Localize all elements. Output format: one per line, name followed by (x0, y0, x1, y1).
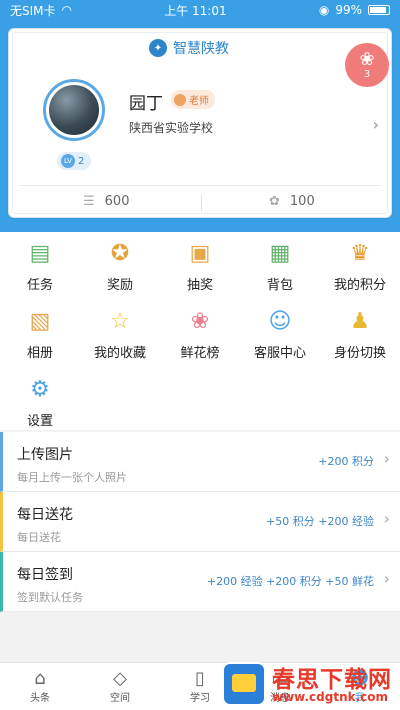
flower-icon: ❀ (190, 309, 210, 334)
menu-item-switch-identity[interactable]: ♟ 身份切换 (320, 308, 400, 361)
gift-icon: ▣ (189, 241, 211, 266)
teacher-icon (174, 93, 186, 106)
brand-logo-icon: ✦ (149, 39, 167, 57)
tab-me[interactable]: ☻ 我 (320, 663, 400, 710)
user-switch-icon: ♟ (350, 309, 370, 334)
book-icon: ▯ (195, 668, 205, 689)
flower-stat[interactable]: ✿ 100 (269, 194, 315, 209)
task-daily-flower[interactable]: 每日送花 每日送花 +50 积分 +200 经验 › (0, 492, 400, 552)
level-value: 2 (78, 155, 85, 167)
chevron-right-icon: › (383, 569, 390, 588)
brand-title: 智慧陕教 (173, 41, 229, 57)
user-name: 园丁 (129, 94, 163, 114)
home-icon: ⌂ (34, 668, 46, 689)
school-name: 陕西省实验学校 (129, 121, 214, 135)
card-divider (19, 185, 381, 186)
coin-stat[interactable]: ☰ 600 (83, 194, 129, 209)
carrier-label: 无SIM卡 (10, 3, 56, 18)
tab-headlines[interactable]: ⌂ 头条 (0, 663, 80, 710)
menu-item-reward[interactable]: ✪ 奖励 (80, 240, 160, 293)
tab-study[interactable]: ▯ 学习 (160, 663, 240, 710)
user-icon: ☻ (350, 668, 370, 689)
task-reward: +50 积分 +200 经验 (266, 515, 374, 528)
task-title: 上传图片 (17, 447, 73, 463)
menu-item-label: 背包 (266, 278, 293, 293)
clock: 上午 11:01 (164, 3, 227, 18)
menu-item-points[interactable]: ♛ 我的积分 (320, 240, 400, 293)
avatar (49, 85, 99, 135)
menu-item-label: 设置 (26, 414, 53, 429)
tab-label: 空间 (110, 693, 130, 704)
album-icon: ▧ (29, 309, 51, 334)
flower-count: 3 (363, 68, 371, 80)
menu-item-label: 抽奖 (186, 278, 213, 293)
battery-percent: 99% (335, 3, 362, 17)
tab-bar: ⌂ 头条 ◇ 空间 ▯ 学习 ▭ 消息 ☻ 我 (0, 662, 400, 710)
chevron-right-icon[interactable]: › (373, 115, 379, 134)
wifi-icon: ◠ (61, 3, 72, 17)
menu-item-label: 我的积分 (333, 278, 386, 293)
stat-separator (201, 195, 202, 211)
menu-item-label: 相册 (26, 346, 53, 361)
rose-icon: ❀ (359, 48, 375, 70)
medal-icon: ✪ (110, 241, 130, 266)
gear-icon: ⚙ (30, 377, 50, 402)
avatar-ring[interactable] (43, 79, 105, 141)
profile-card[interactable]: ✦ 智慧陕教 ❀ 3 LV 2 园丁 老师 陕西省实验学校 › ☰ 600 ✿ … (8, 28, 392, 218)
level-badge: LV 2 (57, 152, 92, 170)
menu-item-task[interactable]: ▤ 任务 (0, 240, 80, 293)
task-daily-checkin[interactable]: 每日签到 签到默认任务 +200 经验 +200 积分 +50 鲜花 › (0, 552, 400, 612)
coin-stack-icon: ☰ (83, 194, 95, 209)
menu-item-label: 鲜花榜 (180, 346, 220, 361)
menu-item-label: 身份切换 (333, 346, 386, 361)
brand: ✦ 智慧陕教 (149, 38, 229, 58)
location-icon: ◉ (318, 3, 330, 17)
menu-item-service[interactable]: ☺ 客服中心 (240, 308, 320, 361)
menu-item-flower-rank[interactable]: ❀ 鲜花榜 (160, 308, 240, 361)
tab-label: 我 (355, 693, 365, 704)
role-badge: 老师 (171, 90, 215, 109)
function-menu: ▤ 任务 ✪ 奖励 ▣ 抽奖 ▦ 背包 ♛ 我的积分 ▧ 相册 ☆ 我的收藏 ❀… (0, 232, 400, 430)
menu-item-label: 任务 (26, 278, 53, 293)
headset-icon: ☺ (268, 309, 292, 334)
menu-item-label: 我的收藏 (93, 346, 146, 361)
task-icon: ▤ (29, 241, 51, 266)
tab-space[interactable]: ◇ 空间 (80, 663, 160, 710)
message-icon: ▭ (271, 668, 289, 689)
menu-item-lottery[interactable]: ▣ 抽奖 (160, 240, 240, 293)
chevron-right-icon: › (383, 449, 390, 468)
menu-item-backpack[interactable]: ▦ 背包 (240, 240, 320, 293)
role-label: 老师 (189, 96, 209, 107)
tab-label: 头条 (30, 693, 50, 704)
task-subtitle: 每月上传一张个人照片 (17, 471, 127, 484)
tab-label: 学习 (190, 693, 210, 704)
task-subtitle: 签到默认任务 (17, 591, 83, 604)
status-bar: 无SIM卡 ◠ 上午 11:01 ◉ 99% (0, 0, 400, 20)
task-title: 每日送花 (17, 507, 73, 523)
battery-icon (368, 5, 390, 15)
menu-item-favorites[interactable]: ☆ 我的收藏 (80, 308, 160, 361)
flower-stat-value: 100 (289, 194, 315, 209)
task-reward: +200 经验 +200 积分 +50 鲜花 (206, 575, 374, 588)
flower-badge[interactable]: ❀ 3 (345, 43, 389, 87)
task-subtitle: 每日送花 (17, 531, 61, 544)
menu-item-label: 客服中心 (253, 346, 306, 361)
task-list: 上传图片 每月上传一张个人照片 +200 积分 › 每日送花 每日送花 +50 … (0, 432, 400, 612)
coin-value: 600 (104, 194, 130, 209)
star-icon: ☆ (110, 309, 130, 334)
tab-messages[interactable]: ▭ 消息 (240, 663, 320, 710)
task-title: 每日签到 (17, 567, 73, 583)
menu-item-label: 奖励 (106, 278, 133, 293)
backpack-icon: ▦ (269, 241, 291, 266)
tab-label: 消息 (270, 693, 290, 704)
menu-item-settings[interactable]: ⚙ 设置 (0, 376, 80, 429)
task-reward: +200 积分 (318, 455, 374, 468)
level-icon: LV (61, 154, 75, 168)
cube-icon: ◇ (113, 668, 127, 689)
lotus-icon: ✿ (269, 194, 280, 209)
crown-icon: ♛ (350, 241, 370, 266)
task-upload-photo[interactable]: 上传图片 每月上传一张个人照片 +200 积分 › (0, 432, 400, 492)
chevron-right-icon: › (383, 509, 390, 528)
menu-item-album[interactable]: ▧ 相册 (0, 308, 80, 361)
